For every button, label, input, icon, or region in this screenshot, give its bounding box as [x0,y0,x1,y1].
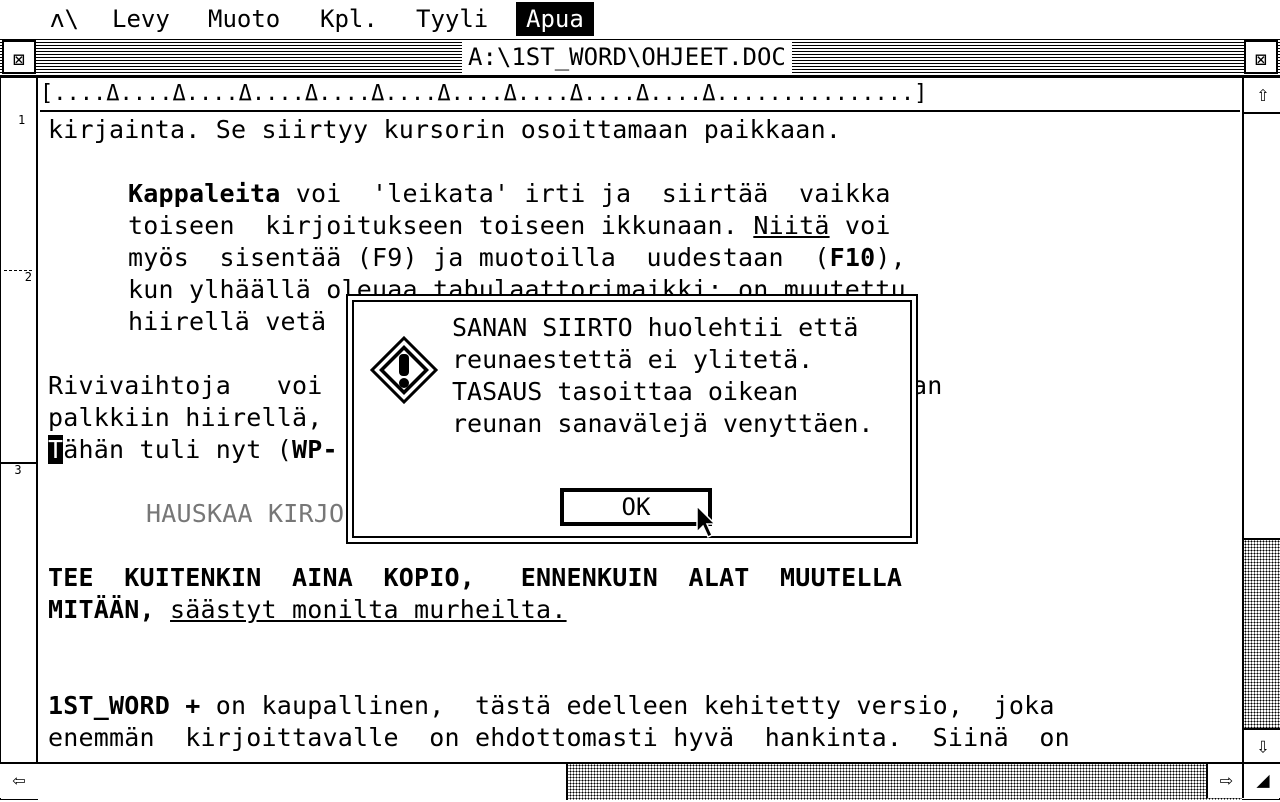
menu-tyyli[interactable]: Tyyli [406,2,498,36]
close-box-icon[interactable]: ⊠ [2,40,36,74]
alert-message-line: SANAN SIIRTO huolehtii että [452,313,859,342]
size-box-icon[interactable]: ◢ [1242,764,1280,798]
bold-text: 1ST_WORD + [48,691,201,720]
alert-message-line: reunaestettä ei ylitetä. [452,345,814,374]
horizontal-scroll-thumb[interactable] [38,764,568,800]
text-cursor: T [48,435,64,464]
text-span: on kaupallinen, tästä edelleen kehitetty… [200,691,1055,720]
scroll-right-arrow-icon[interactable]: ⇨ [1206,764,1244,798]
menu-bar: ʌ\ Levy Muoto Kpl. Tyyli Apua [0,0,1280,40]
text-line: toiseen kirjoitukseen toiseen ikkunaan. … [128,210,891,242]
window-title-bar[interactable]: ⊠ A:\1ST_WORD\OHJEET.DOC ⊠ [0,38,1280,78]
window-title: A:\1ST_WORD\OHJEET.DOC [462,40,792,74]
alert-dialog-frame: SANAN SIIRTO huolehtii että reunaestettä… [352,300,912,538]
margin-mark-3: 3 [0,462,36,476]
scroll-down-arrow-icon[interactable]: ⇩ [1244,728,1280,764]
text-span: myös sisentää (F9) ja muotoilla uudestaa… [128,243,830,272]
text-line: MITÄÄN, säästyt monilta murheilta. [48,594,567,626]
text-line: 1ST_WORD + on kaupallinen, tästä edellee… [48,690,1055,722]
menu-muoto[interactable]: Muoto [198,2,290,36]
scroll-up-arrow-icon[interactable]: ⇧ [1244,78,1280,114]
full-box-icon[interactable]: ⊠ [1244,40,1278,74]
horizontal-scroll-track[interactable] [38,764,1242,800]
bold-text: MITÄÄN, [48,595,155,624]
text-line: palkkiin hiirellä, [48,403,323,432]
horizontal-scrollbar[interactable]: ⇦ ⇨ ◢ [0,762,1280,802]
margin-mark-2: 2 [4,270,32,283]
text-span: voi 'leikata' irti ja siirtää vaikka [280,179,891,208]
text-span: voi [829,211,891,240]
menu-apua[interactable]: Apua [516,2,594,36]
underlined-text: säästyt monilta murheilta. [170,595,567,624]
bold-text: F10 [829,243,876,272]
vertical-scroll-track[interactable] [1244,114,1280,730]
alert-message-line: TASAUS tasoittaa oikean [452,377,799,406]
vertical-scrollbar[interactable]: ⇧ ⇩ [1242,78,1280,764]
ok-button[interactable]: OK [560,488,712,526]
text-line: hiirellä vetä [128,307,327,336]
text-line: TEE KUITENKIN AINA KOPIO, ENNENKUIN ALAT… [48,563,903,592]
menu-levy[interactable]: Levy [102,2,180,36]
text-line: myös sisentää (F9) ja muotoilla uudestaa… [128,242,906,274]
alert-message-line: reunan sanavälejä venyttäen. [452,409,874,438]
light-text-line: HAUSKAA KIRJO [146,499,345,528]
atari-logo-menu[interactable]: ʌ\ [40,2,89,36]
text-span: ähän tuli nyt ( [63,435,293,464]
warning-icon [370,336,438,404]
mouse-pointer-icon [696,505,717,539]
text-span: toiseen kirjoitukseen toiseen ikkunaan. [128,211,754,240]
text-line: Kappaleita voi 'leikata' irti ja siirtää… [128,178,891,210]
text-span: ), [875,243,906,272]
bold-text: Kappaleita [128,179,281,208]
vertical-scroll-thumb[interactable] [1244,114,1280,540]
margin-mark-1: 1 [18,113,26,127]
text-line: kirjainta. Se siirtyy kursorin osoittama… [48,115,842,144]
left-margin: 1 2 3 [0,78,38,762]
tab-ruler[interactable]: [....Δ....Δ....Δ....Δ....Δ....Δ....Δ....… [40,78,1240,112]
scroll-left-arrow-icon[interactable]: ⇦ [0,764,40,798]
text-line: enemmän kirjoittavalle on ehdottomasti h… [48,723,1070,752]
text-line: Rivivaihtoja voi [48,371,323,400]
underlined-text: Niitä [753,211,830,240]
alert-dialog: SANAN SIIRTO huolehtii että reunaestettä… [346,294,918,544]
text-line: Tähän tuli nyt (WP- [48,434,338,466]
menu-kpl[interactable]: Kpl. [310,2,388,36]
bold-text: WP- [292,435,338,464]
